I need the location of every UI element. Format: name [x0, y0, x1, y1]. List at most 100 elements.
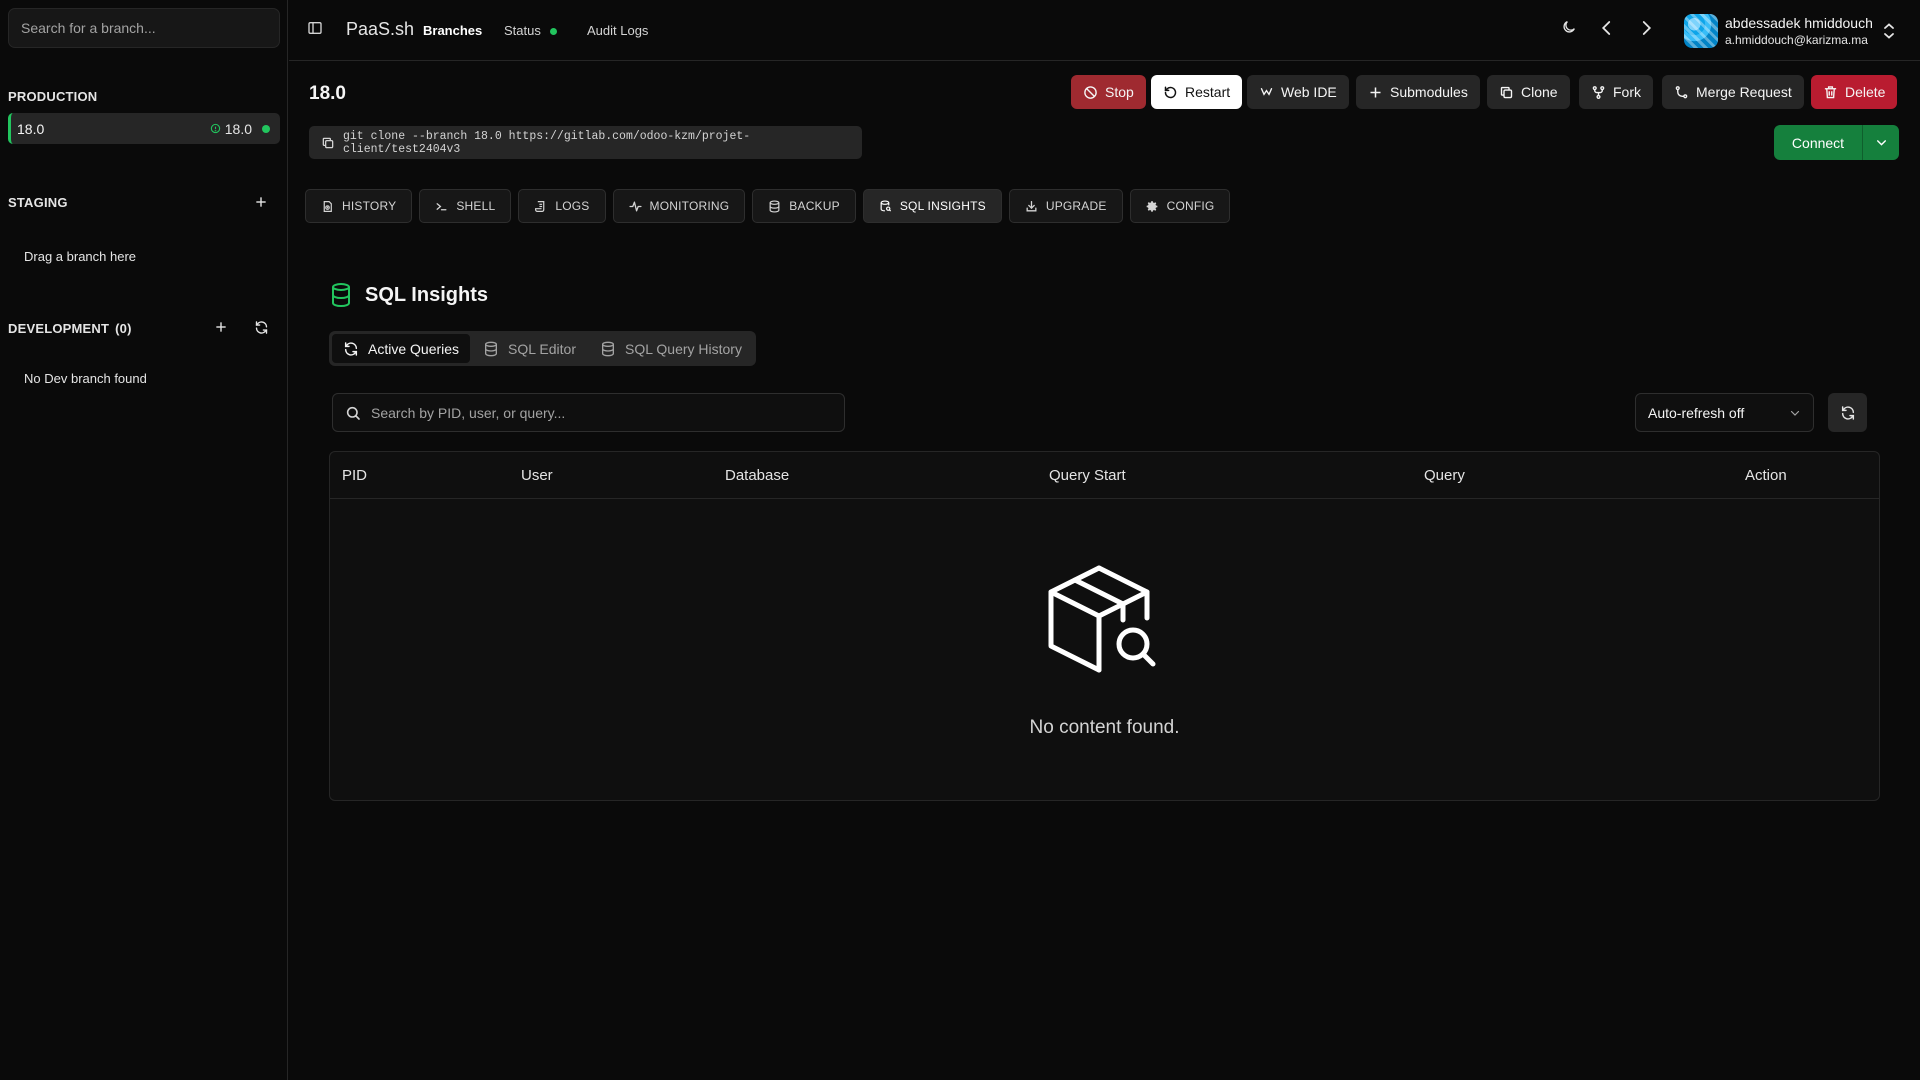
web-ide-button[interactable]: Web IDE [1247, 75, 1349, 109]
subtab-sql-query-history-label: SQL Query History [625, 340, 742, 357]
database-search-icon [879, 199, 892, 213]
branch-version: 18.0 [224, 120, 252, 137]
subtab-active-queries-label: Active Queries [368, 340, 460, 357]
refresh-icon [254, 320, 269, 335]
branch-name: 18.0 [17, 120, 45, 137]
tab-history[interactable]: HISTORY [305, 189, 413, 223]
sidebar: PRODUCTION 18.0 18.0 STAGING Drag a bran… [0, 0, 288, 1080]
page-title: 18.0 [309, 83, 346, 104]
status-dot [549, 28, 557, 36]
tab-logs[interactable]: LOGS [518, 189, 606, 223]
sidebar-toggle-button[interactable] [307, 20, 327, 40]
info-circle-icon [210, 123, 221, 134]
stop-label: Stop [1105, 84, 1134, 100]
production-section-label: PRODUCTION [8, 89, 98, 104]
gear-icon [1146, 200, 1159, 213]
auto-refresh-value: Auto-refresh off [1648, 404, 1745, 421]
user-email: a.hmiddouch@karizma.ma [1725, 33, 1868, 47]
clone-button[interactable]: Clone [1487, 75, 1570, 109]
ban-icon [1083, 85, 1098, 100]
database-icon [600, 341, 616, 357]
plus-icon [1368, 85, 1383, 100]
rotate-ccw-icon [1163, 85, 1178, 100]
brand-logo[interactable]: PaaS.sh [346, 19, 414, 40]
merge-request-button[interactable]: Merge Request [1662, 75, 1804, 109]
tab-upgrade[interactable]: UPGRADE [1008, 189, 1123, 223]
restart-label: Restart [1185, 84, 1231, 100]
chevron-right-icon [1637, 19, 1659, 37]
query-search-input[interactable] [371, 404, 832, 421]
history-icon [321, 200, 334, 213]
tab-history-label: HISTORY [342, 199, 397, 213]
web-ide-label: Web IDE [1281, 84, 1337, 100]
column-header-user: User [521, 467, 553, 484]
user-name: abdessadek hmiddouch [1725, 15, 1873, 31]
nav-status-label: Status [504, 23, 541, 38]
submodules-label: Submodules [1390, 84, 1468, 100]
refresh-icon [343, 341, 359, 357]
package-search-icon [1047, 562, 1159, 678]
tab-config[interactable]: CONFIG [1129, 189, 1231, 223]
subtab-sql-query-history[interactable]: SQL Query History [589, 334, 753, 363]
connect-dropdown-button[interactable] [1863, 125, 1899, 160]
subtab-active-queries[interactable]: Active Queries [332, 334, 471, 363]
merge-request-label: Merge Request [1696, 84, 1792, 100]
column-header-query-start: Query Start [1049, 467, 1126, 484]
connect-button[interactable]: Connect [1774, 125, 1863, 160]
subtab-sql-editor-label: SQL Editor [508, 340, 577, 357]
subtab-sql-editor[interactable]: SQL Editor [472, 334, 587, 363]
terminal-icon [435, 200, 448, 213]
sql-insights-heading: SQL Insights [329, 282, 488, 308]
back-button[interactable] [1598, 19, 1620, 41]
tab-backup[interactable]: BACKUP [752, 189, 856, 223]
empty-state-text: No content found. [1029, 717, 1180, 738]
sql-insights-title: SQL Insights [365, 283, 488, 306]
clone-command-box[interactable]: git clone --branch 18.0 https://gitlab.c… [309, 126, 862, 159]
delete-label: Delete [1845, 84, 1886, 100]
database-icon [329, 282, 353, 308]
column-header-query: Query [1424, 467, 1465, 484]
refresh-development-button[interactable] [250, 316, 272, 338]
tab-backup-label: BACKUP [789, 199, 840, 213]
column-header-database: Database [725, 467, 790, 484]
copy-icon [1499, 85, 1514, 100]
tab-monitoring[interactable]: MONITORING [612, 189, 746, 223]
development-count: (0) [115, 321, 132, 336]
fork-label: Fork [1613, 84, 1641, 100]
avatar[interactable] [1684, 14, 1718, 48]
sql-subtabs: Active Queries SQL Editor SQL Query Hist… [329, 331, 756, 366]
submodules-button[interactable]: Submodules [1356, 75, 1480, 109]
user-menu-button[interactable] [1882, 22, 1898, 40]
tab-sql-insights[interactable]: SQL INSIGHTS [862, 189, 1002, 223]
add-development-button[interactable] [210, 316, 232, 338]
branch-search-input[interactable] [8, 8, 280, 48]
git-merge-icon [1674, 85, 1689, 100]
delete-button[interactable]: Delete [1811, 75, 1898, 109]
tab-shell[interactable]: SHELL [419, 189, 512, 223]
sidebar-toggle-icon [307, 20, 327, 36]
fork-button[interactable]: Fork [1579, 75, 1653, 109]
status-dot [262, 124, 270, 133]
branch-tabs: HISTORY SHELL LOGS MONITORING BACKUP SQL… [305, 189, 1231, 223]
chevron-up-down-icon [1882, 22, 1898, 40]
nav-audit-logs[interactable]: Audit Logs [587, 23, 648, 38]
tab-shell-label: SHELL [456, 199, 496, 213]
plus-icon [254, 195, 268, 209]
auto-refresh-select[interactable]: Auto-refresh off [1635, 393, 1814, 432]
restart-button[interactable]: Restart [1151, 75, 1243, 109]
chevron-left-icon [1598, 19, 1620, 37]
tab-upgrade-label: UPGRADE [1045, 199, 1107, 213]
add-staging-button[interactable] [250, 191, 272, 213]
theme-toggle-button[interactable] [1561, 19, 1583, 41]
connect-split-button: Connect [1774, 125, 1899, 160]
nav-branches[interactable]: Branches [423, 23, 482, 38]
forward-button[interactable] [1637, 19, 1659, 41]
sidebar-item-production-branch[interactable]: 18.0 18.0 [8, 113, 280, 144]
plus-icon [214, 320, 228, 334]
tab-monitoring-label: MONITORING [649, 199, 730, 213]
stop-button[interactable]: Stop [1071, 75, 1146, 109]
download-icon [1025, 200, 1038, 213]
chevron-down-icon [1789, 407, 1801, 419]
nav-status[interactable]: Status [504, 23, 557, 38]
refresh-queries-button[interactable] [1828, 393, 1867, 432]
